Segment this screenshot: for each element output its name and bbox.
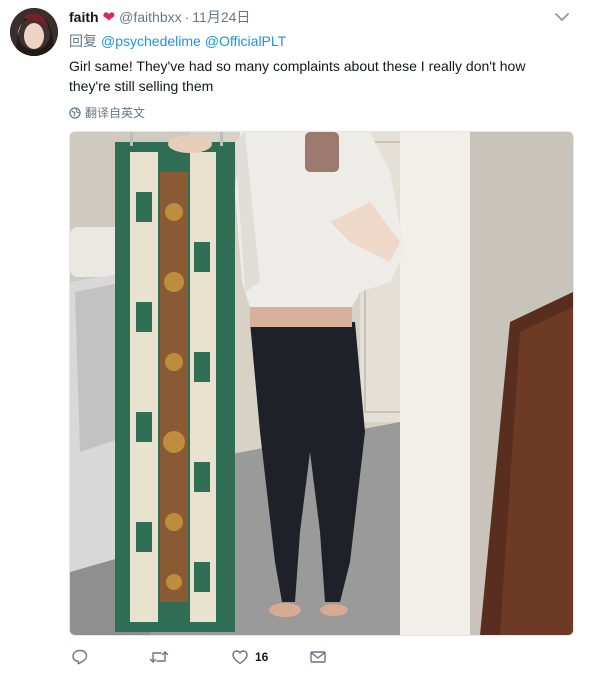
reply-prefix: 回复 [69, 33, 97, 49]
tweet-text: Girl same! They've had so many complaint… [69, 58, 526, 94]
caret-down-icon[interactable] [554, 12, 570, 22]
user-handle[interactable]: @faithbxx [119, 9, 181, 25]
reply-icon [72, 649, 88, 665]
tweet-date[interactable]: 11月24日 [192, 9, 250, 25]
retweet-icon [149, 651, 169, 663]
like-icon [232, 650, 248, 665]
message-icon [310, 651, 326, 663]
display-name[interactable]: faith [69, 9, 99, 25]
tweet-photo[interactable] [69, 131, 574, 636]
translate-label: 翻译自英文 [85, 106, 146, 120]
mention-link[interactable]: @psychedelime [101, 33, 201, 49]
translate-link[interactable]: 翻译自英文 [69, 104, 145, 121]
direct-message-button[interactable] [309, 648, 327, 666]
reply-context: 回复 @psychedelime @OfficialPLT [69, 32, 290, 50]
like-button[interactable]: 16 [231, 648, 268, 666]
globe-icon [69, 106, 81, 119]
tweet-header: faith ❤ @faithbxx · 11月24日 [69, 8, 250, 27]
like-count: 16 [255, 650, 269, 664]
separator: · [184, 9, 190, 25]
verified-heart-icon: ❤ [102, 9, 116, 26]
tweet-actions: 16 [69, 648, 369, 668]
mention-link[interactable]: @OfficialPLT [205, 33, 286, 49]
avatar[interactable] [10, 8, 58, 56]
retweet-button[interactable] [149, 648, 175, 666]
reply-button[interactable] [71, 648, 95, 666]
